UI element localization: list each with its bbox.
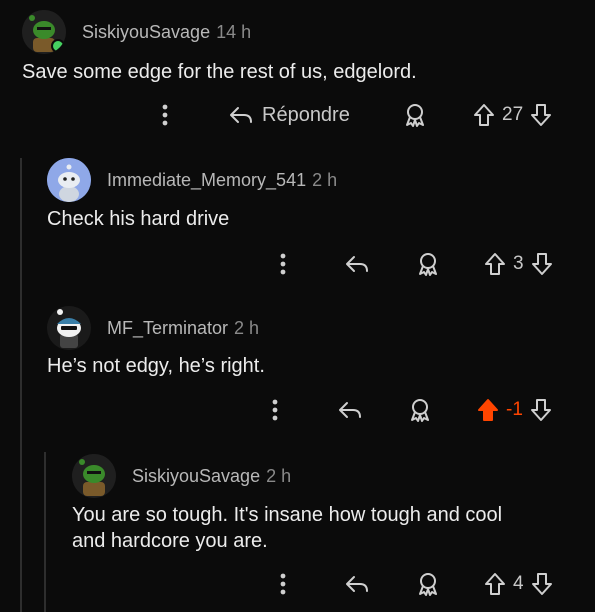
- snoo-avatar-icon: [72, 454, 116, 498]
- vote-score: 3: [513, 253, 524, 274]
- upvote-icon[interactable]: [483, 251, 507, 277]
- more-icon: [280, 573, 286, 595]
- more-icon: [272, 399, 278, 421]
- award-button[interactable]: [407, 394, 433, 426]
- vote-controls: 27: [472, 99, 553, 131]
- reply-icon: [346, 256, 368, 272]
- upvote-icon[interactable]: [483, 571, 507, 597]
- reply-button[interactable]: Répondre: [228, 99, 350, 131]
- comment-text: Save some edge for the rest of us, edgel…: [22, 61, 417, 83]
- reply-icon: [339, 402, 361, 418]
- user-avatar[interactable]: [22, 10, 66, 54]
- more-button[interactable]: [274, 248, 292, 280]
- award-icon: [406, 104, 424, 127]
- award-button[interactable]: [415, 568, 441, 600]
- award-button[interactable]: [415, 248, 441, 280]
- comment-actions: 4: [0, 568, 595, 600]
- comment: Immediate_Memory_541 2 h Check his hard …: [0, 150, 595, 290]
- comment-author[interactable]: SiskiyouSavage: [132, 466, 260, 487]
- downvote-icon[interactable]: [530, 251, 554, 277]
- award-icon: [419, 253, 437, 276]
- comment-actions: Répondre 27: [0, 99, 595, 131]
- reply-button[interactable]: [344, 568, 370, 600]
- comment-body: You are so tough. It's insane how tough …: [72, 502, 502, 554]
- comment: MF_Terminator 2 h He’s not edgy, he’s ri…: [0, 298, 595, 438]
- comment: SiskiyouSavage 14 h Save some edge for t…: [0, 0, 595, 140]
- comment-time: 14 h: [216, 21, 252, 42]
- upvote-icon[interactable]: [472, 102, 496, 128]
- reply-icon: [346, 576, 368, 592]
- vote-score: -1: [506, 399, 523, 420]
- upvote-icon[interactable]: [476, 397, 500, 423]
- more-button[interactable]: [274, 568, 292, 600]
- award-icon: [411, 399, 429, 422]
- reply-icon: [230, 107, 252, 123]
- vote-controls: 3: [483, 248, 554, 280]
- user-avatar[interactable]: [72, 454, 116, 498]
- downvote-icon[interactable]: [530, 571, 554, 597]
- award-button[interactable]: [402, 99, 428, 131]
- comment-body: Check his hard drive: [47, 206, 229, 232]
- online-indicator: [51, 39, 65, 53]
- more-icon: [280, 253, 286, 275]
- reply-button[interactable]: [337, 394, 363, 426]
- award-icon: [419, 573, 437, 596]
- more-button[interactable]: [266, 394, 284, 426]
- comment: SiskiyouSavage 2 h You are so tough. It'…: [0, 446, 595, 612]
- vote-score: 27: [502, 104, 524, 125]
- downvote-icon[interactable]: [529, 397, 553, 423]
- comment-time: 2 h: [234, 317, 260, 338]
- user-avatar[interactable]: [47, 158, 91, 202]
- more-icon: [162, 104, 168, 126]
- vote-controls: 4: [483, 568, 554, 600]
- comment-actions: 3: [0, 248, 595, 280]
- comment-text: Check his hard drive: [47, 208, 230, 230]
- comment-time: 2 h: [312, 169, 338, 190]
- snoo-avatar-icon: [47, 158, 91, 202]
- comment-body: Save some edge for the rest of us, edgel…: [22, 59, 417, 85]
- vote-controls: -1: [476, 394, 553, 426]
- comment-text: You are so tough. It's insane how tough …: [72, 504, 503, 526]
- comment-author[interactable]: Immediate_Memory_541: [107, 170, 306, 191]
- snoo-avatar-icon: [47, 306, 91, 350]
- reply-button[interactable]: [344, 248, 370, 280]
- comment-time: 2 h: [266, 465, 292, 486]
- comment-body: He’s not edgy, he’s right.: [47, 353, 265, 379]
- comment-text: and hardcore you are.: [72, 530, 268, 552]
- comment-author[interactable]: MF_Terminator: [107, 318, 228, 339]
- reply-label: Répondre: [262, 103, 350, 126]
- user-avatar[interactable]: [47, 306, 91, 350]
- comment-actions: -1: [0, 394, 595, 426]
- comment-author[interactable]: SiskiyouSavage: [82, 22, 210, 43]
- downvote-icon[interactable]: [529, 102, 553, 128]
- vote-score: 4: [513, 573, 524, 594]
- more-button[interactable]: [156, 99, 174, 131]
- comment-text: He’s not edgy, he’s right.: [47, 355, 265, 377]
